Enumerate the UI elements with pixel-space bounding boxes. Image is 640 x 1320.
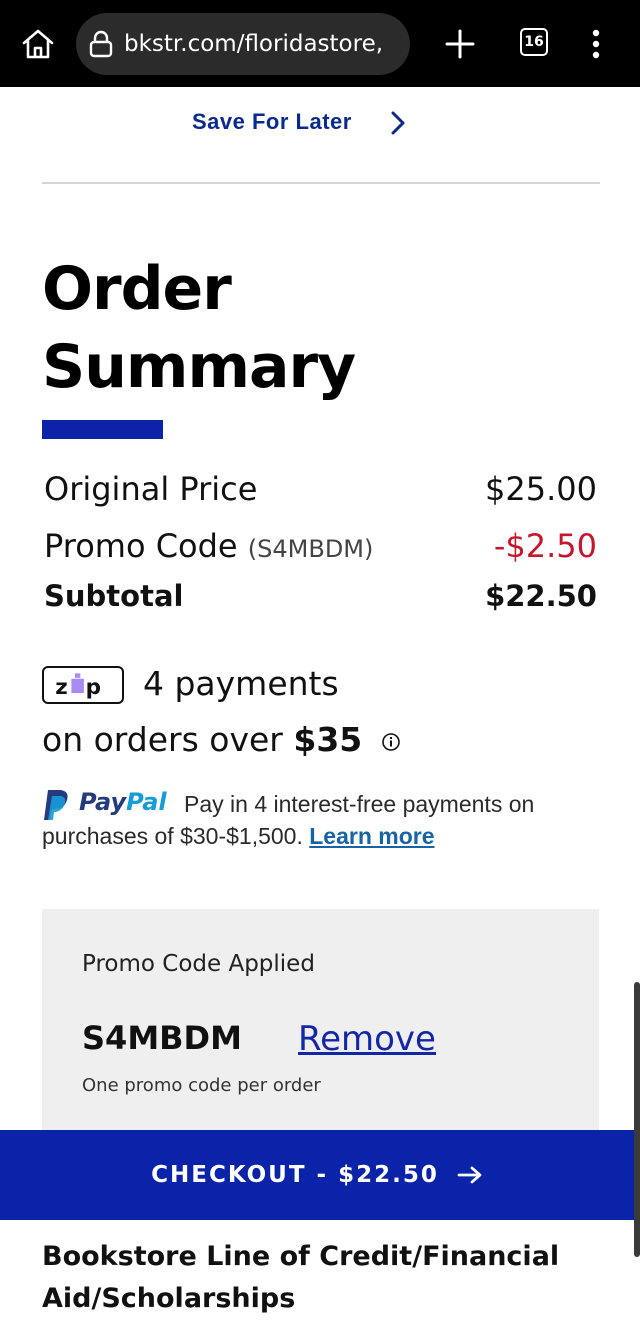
promo-applied-heading: Promo Code Applied	[82, 951, 315, 977]
paypal-pal: Pal	[126, 788, 167, 816]
home-icon[interactable]	[20, 26, 56, 62]
checkout-label: CHECKOUT - $22.50	[151, 1162, 439, 1188]
address-bar[interactable]: bkstr.com/floridastore,	[76, 13, 410, 75]
paypal-pay: Pay	[79, 788, 127, 816]
title-underline	[42, 420, 163, 439]
paypal-message-line1: Pay in 4 interest-free payments on	[184, 791, 535, 817]
promo-label: Promo Code	[44, 527, 238, 565]
browser-toolbar: bkstr.com/floridastore, 16	[0, 0, 640, 87]
zip-orders-line: on orders over $35	[42, 720, 401, 759]
promo-discount-value: -$2.50	[493, 527, 597, 565]
subtotal-label: Subtotal	[44, 579, 184, 613]
paypal-message-line2: purchases of $30-$1,500. Learn more	[42, 823, 435, 850]
paypal-wordmark: PayPal	[79, 788, 167, 816]
remove-promo-link[interactable]: Remove	[298, 1019, 436, 1059]
zip-payments-text: 4 payments	[143, 664, 339, 703]
original-price-label: Original Price	[44, 470, 258, 508]
order-summary-title: Order Summary	[42, 254, 356, 402]
zip-amount: $35	[293, 720, 363, 759]
chevron-right-icon[interactable]	[388, 110, 408, 136]
save-for-later-link[interactable]: Save For Later	[192, 106, 352, 138]
scrollbar-thumb[interactable]	[634, 982, 640, 1257]
zip-orders-text: on orders over	[42, 720, 283, 759]
tab-switcher-button[interactable]: 16	[520, 28, 548, 56]
applied-promo-code: S4MBDM	[82, 1019, 242, 1057]
subtotal-value: $22.50	[485, 579, 597, 613]
divider	[42, 182, 600, 184]
arrow-right-icon	[457, 1166, 482, 1184]
promo-note: One promo code per order	[82, 1075, 321, 1096]
paypal-icon	[44, 790, 68, 820]
original-price-value: $25.00	[485, 470, 597, 508]
zip-logo: z p	[42, 666, 124, 704]
paypal-message-text: purchases of $30-$1,500.	[42, 823, 303, 849]
url-text: bkstr.com/floridastore,	[124, 31, 384, 57]
info-icon[interactable]	[381, 732, 401, 752]
svg-text:p: p	[86, 675, 101, 700]
more-vert-icon[interactable]	[588, 28, 604, 60]
plus-icon[interactable]	[444, 26, 476, 62]
promo-code-row-label: Promo Code (S4MBDM)	[44, 527, 373, 565]
promo-code-paren: (S4MBDM)	[247, 535, 374, 563]
credit-section-title: Bookstore Line of Credit/Financial Aid/S…	[42, 1241, 560, 1314]
svg-text:z: z	[55, 675, 68, 700]
learn-more-link[interactable]: Learn more	[309, 823, 434, 849]
lock-icon	[89, 30, 113, 58]
checkout-button[interactable]: CHECKOUT - $22.50	[0, 1130, 634, 1220]
